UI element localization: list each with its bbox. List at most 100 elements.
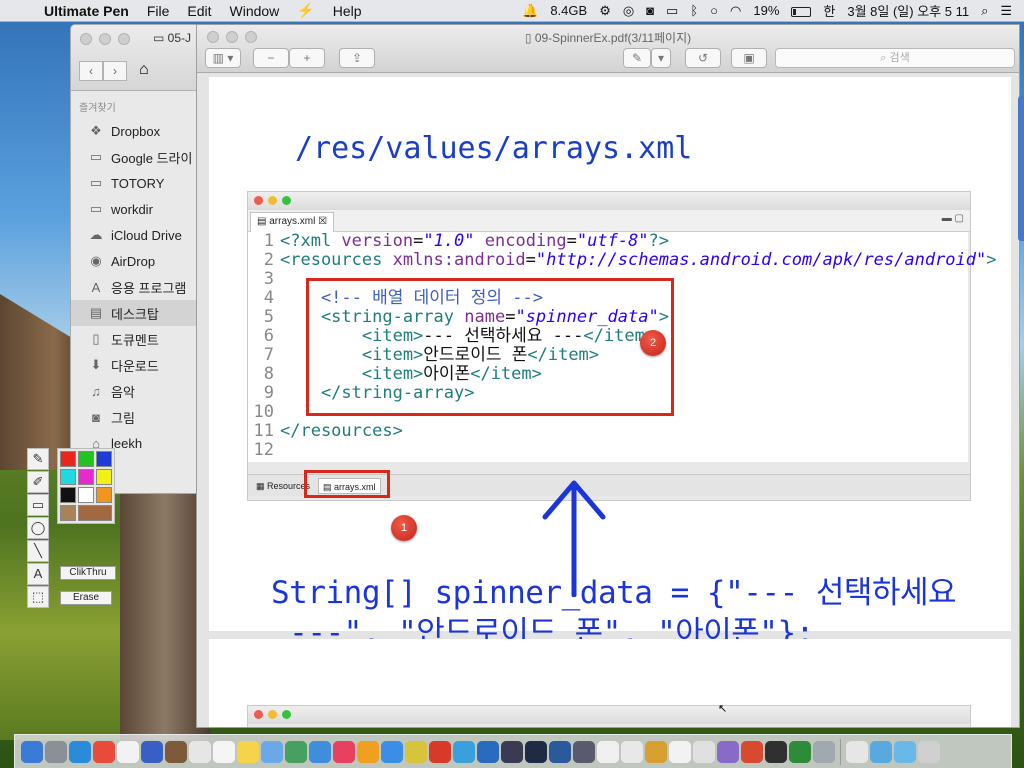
dock-app-icon[interactable]: [501, 740, 523, 763]
pencil-tool-icon[interactable]: ✎: [27, 448, 49, 470]
dock-app-icon[interactable]: [597, 740, 619, 763]
color-swatch[interactable]: [78, 505, 112, 521]
line-tool-icon[interactable]: ╲: [27, 540, 49, 562]
sidebar-toggle-button[interactable]: ▥ ▾: [205, 48, 241, 68]
dock-app-icon[interactable]: [165, 740, 187, 763]
sidebar-item[interactable]: ❖ Dropbox: [71, 118, 209, 144]
menu-help[interactable]: Help: [324, 3, 371, 19]
dock-app-icon[interactable]: [717, 740, 739, 763]
rectangle-tool-icon[interactable]: ▭: [27, 494, 49, 516]
dock-app-icon[interactable]: [645, 740, 667, 763]
ellipse-tool-icon[interactable]: ◯: [27, 517, 49, 539]
color-swatch[interactable]: [96, 487, 112, 503]
cleaner-icon[interactable]: ◎: [617, 3, 640, 19]
input-source-icon[interactable]: 한: [817, 1, 841, 20]
markup-menu-button[interactable]: ▾: [651, 48, 671, 68]
dock-app-icon[interactable]: [453, 740, 475, 763]
dock-app-icon[interactable]: [693, 740, 715, 763]
dock-app-icon[interactable]: [381, 740, 403, 763]
dock-app-icon[interactable]: [741, 740, 763, 763]
dock-app-icon[interactable]: [333, 740, 355, 763]
dock-app-icon[interactable]: [573, 740, 595, 763]
dock-app-icon[interactable]: [237, 740, 259, 763]
color-swatch[interactable]: [60, 451, 76, 467]
dock-app-icon[interactable]: [117, 740, 139, 763]
dock-app-icon[interactable]: [870, 740, 892, 763]
dock-app-icon[interactable]: [141, 740, 163, 763]
edge-window-sliver[interactable]: [1018, 96, 1024, 241]
bolt-icon[interactable]: ⚡: [288, 2, 323, 19]
dock-app-icon[interactable]: [45, 740, 67, 763]
spotlight-search-icon[interactable]: ⌕: [975, 3, 994, 19]
battery-icon[interactable]: [785, 3, 817, 18]
color-swatch[interactable]: [96, 469, 112, 485]
dock-app-icon[interactable]: [621, 740, 643, 763]
airplay-icon[interactable]: ▭: [660, 3, 684, 19]
sidebar-item[interactable]: ◙ 그림: [71, 404, 209, 430]
menu-file[interactable]: File: [138, 3, 179, 19]
sidebar-item[interactable]: ▭ Google 드라이: [71, 144, 209, 170]
dock-app-icon[interactable]: [309, 740, 331, 763]
color-swatch[interactable]: [78, 469, 94, 485]
menu-edit[interactable]: Edit: [178, 3, 220, 19]
dock-app-icon[interactable]: [846, 740, 868, 763]
camera-icon[interactable]: ◙: [640, 3, 660, 18]
markup-pen-button[interactable]: ✎: [623, 48, 651, 68]
gauge-icon[interactable]: ⚙: [593, 3, 617, 19]
dock-app-icon[interactable]: [261, 740, 283, 763]
zoom-button[interactable]: [118, 33, 130, 45]
search-field[interactable]: ⌕ 검색: [775, 48, 1015, 68]
rotate-button[interactable]: ↺: [685, 48, 721, 68]
home-icon[interactable]: ⌂: [139, 61, 149, 79]
color-swatch[interactable]: [60, 505, 76, 521]
sidebar-item[interactable]: ▤ 데스크탑: [71, 300, 209, 326]
dock-app-icon[interactable]: [213, 740, 235, 763]
dock-app-icon[interactable]: [69, 740, 91, 763]
color-swatch[interactable]: [96, 451, 112, 467]
bell-icon[interactable]: 🔔: [516, 3, 544, 19]
chat-icon[interactable]: ○: [704, 3, 724, 18]
sidebar-item[interactable]: ♫ 음악: [71, 378, 209, 404]
sidebar-item[interactable]: A 응용 프로그램: [71, 274, 209, 300]
toolbox-button[interactable]: ▣: [731, 48, 767, 68]
dock-app-icon[interactable]: [429, 740, 451, 763]
back-button[interactable]: ‹: [79, 61, 103, 81]
share-button[interactable]: ⇪: [339, 48, 375, 68]
zoom-in-button[interactable]: +: [289, 48, 325, 68]
forward-button[interactable]: ›: [103, 61, 127, 81]
dock-app-icon[interactable]: [357, 740, 379, 763]
dock-app-icon[interactable]: [405, 740, 427, 763]
sidebar-item[interactable]: ▭ TOTORY: [71, 170, 209, 196]
dock-app-icon[interactable]: [789, 740, 811, 763]
bluetooth-icon[interactable]: ᛒ: [684, 3, 704, 18]
dock-app-icon[interactable]: [285, 740, 307, 763]
text-tool-icon[interactable]: A: [27, 563, 49, 585]
dock-app-icon[interactable]: [669, 740, 691, 763]
clickthru-button[interactable]: ClikThru: [60, 566, 116, 580]
close-button[interactable]: [80, 33, 92, 45]
color-swatch[interactable]: [60, 487, 76, 503]
dock-app-icon[interactable]: [525, 740, 547, 763]
selection-tool-icon[interactable]: ⬚: [27, 586, 49, 608]
sidebar-item[interactable]: ▯ 도큐멘트: [71, 326, 209, 352]
color-swatch[interactable]: [78, 451, 94, 467]
app-menu[interactable]: Ultimate Pen: [40, 3, 138, 19]
battery-percent[interactable]: 19%: [747, 3, 785, 18]
minimize-button[interactable]: [99, 33, 111, 45]
dock-app-icon[interactable]: [21, 740, 43, 763]
color-swatch[interactable]: [78, 487, 94, 503]
dock-app-icon[interactable]: [918, 740, 940, 763]
sidebar-item[interactable]: ▭ workdir: [71, 196, 209, 222]
dock-app-icon[interactable]: [813, 740, 835, 763]
clock[interactable]: 3월 8일 (일) 오후 5 11: [841, 1, 975, 20]
memory-readout[interactable]: 8.4GB: [544, 3, 593, 18]
sidebar-item[interactable]: ☁ iCloud Drive: [71, 222, 209, 248]
dock-app-icon[interactable]: [549, 740, 571, 763]
dock-app-icon[interactable]: [765, 740, 787, 763]
erase-button[interactable]: Erase: [60, 591, 112, 605]
sidebar-item[interactable]: ⬇ 다운로드: [71, 352, 209, 378]
wifi-icon[interactable]: ◠: [724, 3, 747, 19]
dock-app-icon[interactable]: [189, 740, 211, 763]
dock-app-icon[interactable]: [894, 740, 916, 763]
zoom-out-button[interactable]: −: [253, 48, 289, 68]
